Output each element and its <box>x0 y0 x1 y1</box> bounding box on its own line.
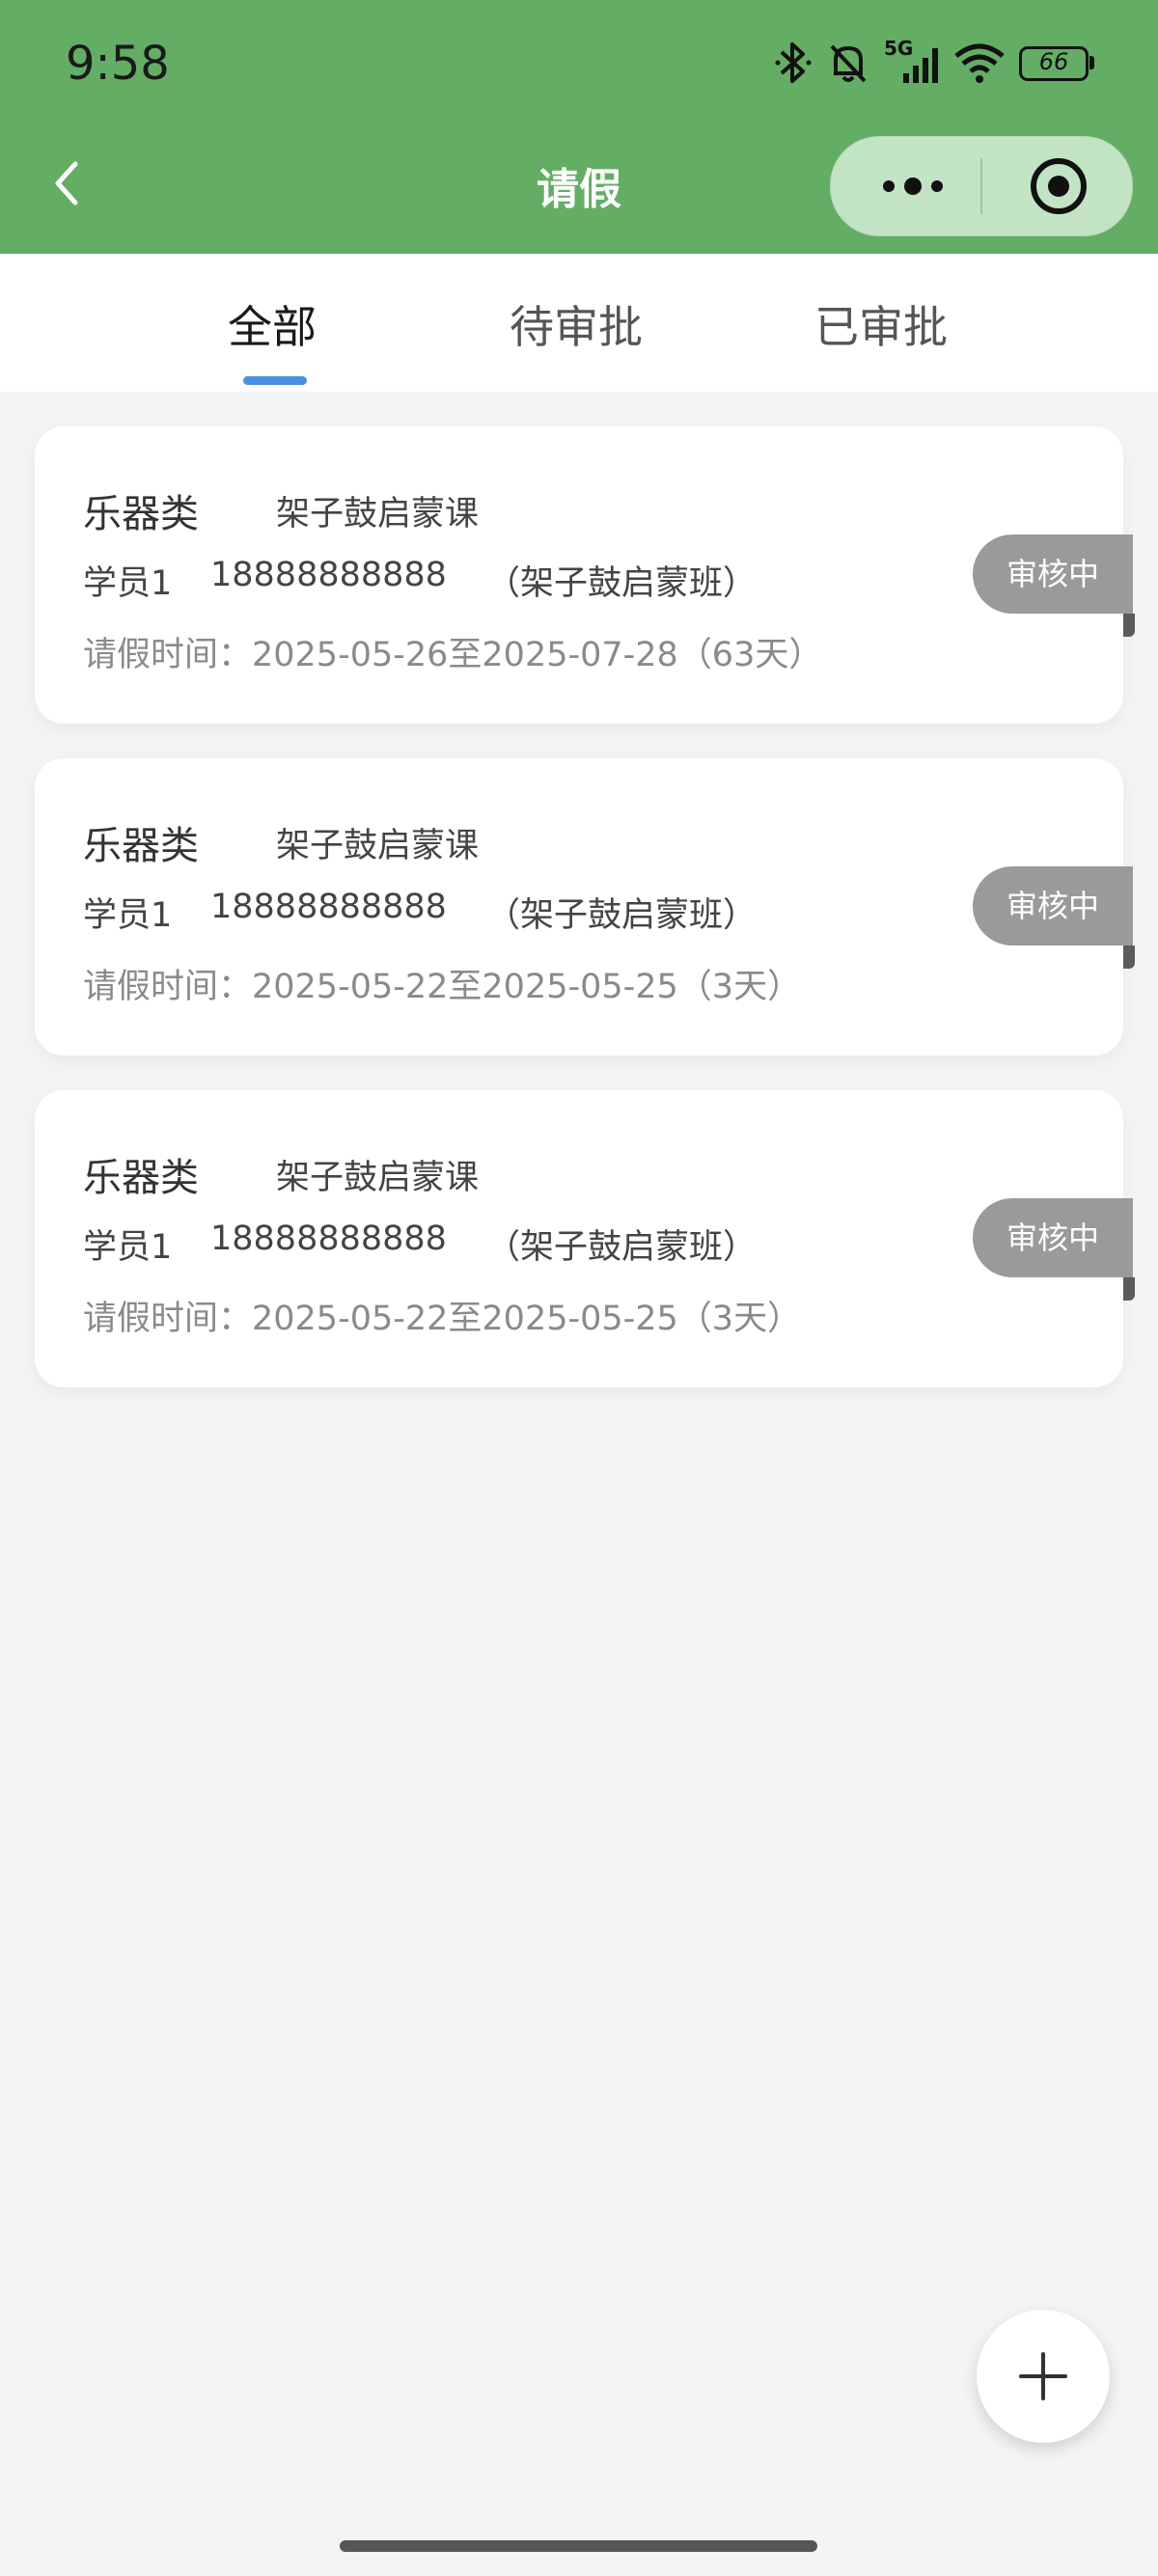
leave-card[interactable]: 乐器类 架子鼓启蒙课 学员1 18888888888 （架子鼓启蒙班） 请假时间… <box>35 1090 1123 1387</box>
leave-course: 架子鼓启蒙课 <box>276 827 480 865</box>
leave-student: 学员1 <box>83 564 173 603</box>
plus-icon <box>1019 2352 1067 2400</box>
leave-class: （架子鼓启蒙班） <box>486 1228 758 1267</box>
bluetooth-icon <box>775 42 812 83</box>
leave-course: 架子鼓启蒙课 <box>276 1159 480 1197</box>
badge-fold <box>1123 614 1135 637</box>
badge-fold <box>1123 945 1135 969</box>
battery-level: 66 <box>1038 48 1069 75</box>
leave-phone: 18888888888 <box>210 1219 447 1258</box>
leave-class: （架子鼓启蒙班） <box>486 896 758 935</box>
leave-phone: 18888888888 <box>210 556 447 594</box>
status-badge: 审核中 <box>973 534 1133 614</box>
tab-active-indicator <box>243 376 307 385</box>
leave-card[interactable]: 乐器类 架子鼓启蒙课 学员1 18888888888 （架子鼓启蒙班） 请假时间… <box>35 426 1123 724</box>
status-badge: 审核中 <box>973 866 1133 945</box>
tab-approved[interactable]: 已审批 <box>814 292 948 356</box>
leave-category: 乐器类 <box>83 492 199 536</box>
leave-card[interactable]: 乐器类 架子鼓启蒙课 学员1 18888888888 （架子鼓启蒙班） 请假时间… <box>35 758 1123 1055</box>
leave-student: 学员1 <box>83 1228 173 1267</box>
status-time: 9:58 <box>66 37 170 91</box>
leave-category: 乐器类 <box>83 824 199 868</box>
capsule-divider <box>980 158 982 214</box>
wifi-icon <box>954 43 1005 83</box>
more-dots-icon[interactable] <box>869 137 956 235</box>
mini-program-capsule <box>830 136 1133 236</box>
status-badge: 审核中 <box>973 1198 1133 1277</box>
badge-fold <box>1123 1277 1135 1301</box>
battery-icon: 66 <box>1019 46 1094 81</box>
leave-time: 请假时间：2025-05-22至2025-05-25（3天） <box>83 1300 802 1338</box>
add-leave-button[interactable] <box>977 2310 1110 2443</box>
leave-class: （架子鼓启蒙班） <box>486 564 758 603</box>
leave-time: 请假时间：2025-05-26至2025-07-28（63天） <box>83 636 823 674</box>
leave-time: 请假时间：2025-05-22至2025-05-25（3天） <box>83 968 802 1006</box>
mute-bell-icon <box>830 44 867 83</box>
leave-phone: 18888888888 <box>210 888 447 926</box>
tab-pending[interactable]: 待审批 <box>510 292 643 356</box>
status-icons: 5G 66 <box>774 37 1094 87</box>
home-indicator[interactable] <box>340 2540 817 2552</box>
header: 9:58 5G 66 请假 <box>0 0 1158 254</box>
leave-student: 学员1 <box>83 896 173 935</box>
tab-all[interactable]: 全部 <box>228 292 317 356</box>
target-circle-icon[interactable] <box>1014 137 1103 235</box>
tab-bar: 全部 待审批 已审批 <box>0 254 1158 392</box>
leave-course: 架子鼓启蒙课 <box>276 495 480 534</box>
signal-icon: 5G <box>884 37 940 85</box>
leave-category: 乐器类 <box>83 1156 199 1200</box>
